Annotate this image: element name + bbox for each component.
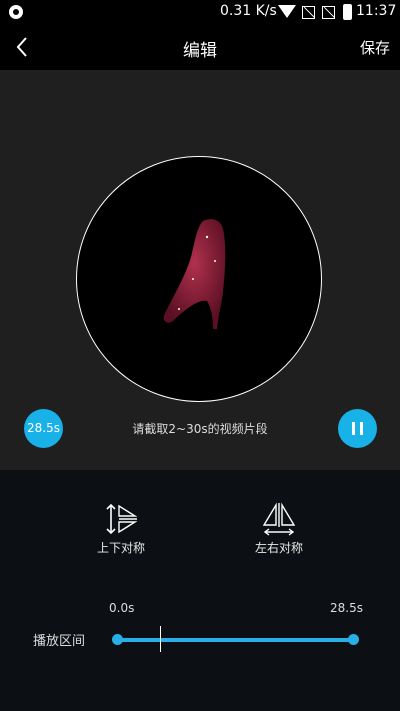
status-bar: 0.31 K/s 11:37 — [0, 0, 400, 24]
page-title: 编辑 — [183, 41, 217, 61]
horizontal-symmetry-icon — [262, 502, 296, 536]
no-sim-icon — [322, 6, 335, 19]
vertical-symmetry-label: 上下对称 — [96, 541, 145, 555]
vertical-symmetry-icon — [106, 503, 138, 535]
edit-controls-panel: 上下对称 左右对称 播放区间 0.0s 28.5s — [0, 470, 400, 711]
save-button[interactable]: 保存 — [360, 37, 390, 58]
video-preview-circle[interactable] — [76, 156, 322, 402]
horizontal-symmetry-button[interactable]: 左右对称 — [248, 501, 310, 556]
range-track[interactable] — [117, 638, 354, 642]
pause-button[interactable] — [338, 409, 377, 448]
range-start-handle[interactable] — [112, 634, 123, 645]
notification-icon — [9, 5, 23, 19]
battery-charging-icon — [343, 4, 352, 20]
clock: 11:37 — [356, 3, 397, 19]
wifi-icon — [278, 5, 296, 18]
horizontal-symmetry-label: 左右对称 — [254, 541, 303, 555]
range-end-handle[interactable] — [348, 634, 359, 645]
no-signal-icon — [302, 6, 315, 19]
network-speed: 0.31 K/s — [220, 3, 277, 19]
range-start-time: 0.0s — [109, 601, 135, 615]
video-preview-panel: 28.5s 请截取2~30s的视频片段 — [0, 70, 400, 470]
range-end-time: 28.5s — [330, 601, 363, 615]
high-heel-shoe-image — [163, 219, 226, 329]
vertical-symmetry-button[interactable]: 上下对称 — [90, 501, 152, 556]
pause-icon — [352, 422, 355, 435]
play-range-label: 播放区间 — [33, 634, 86, 649]
app-header: 编辑 保存 — [0, 24, 400, 70]
playhead-marker[interactable] — [159, 626, 161, 652]
